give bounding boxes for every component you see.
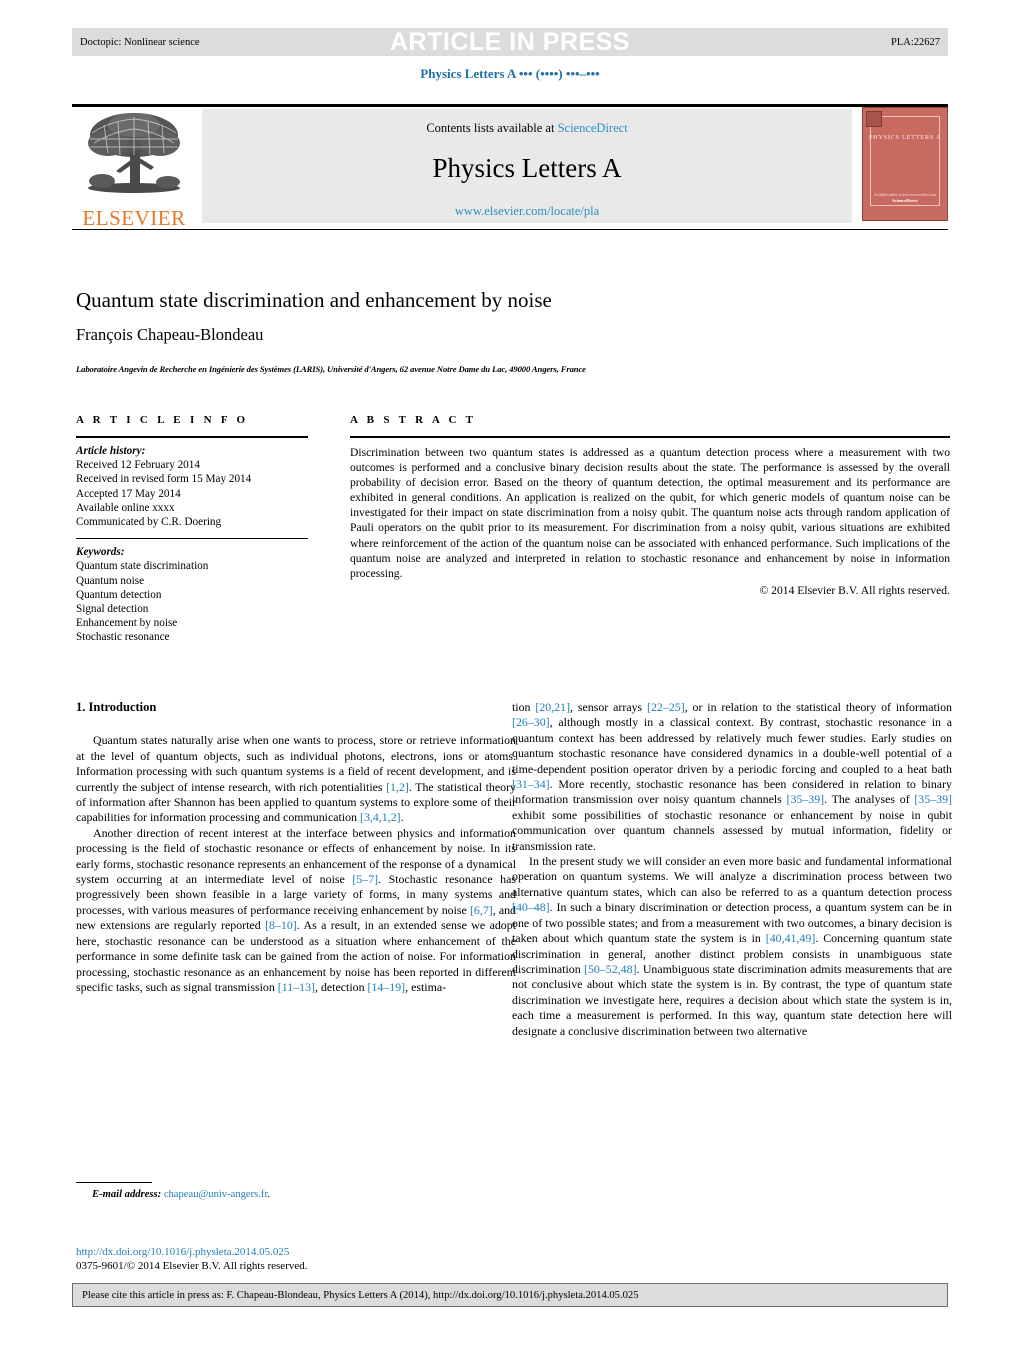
article-code-label: PLA:22627 (890, 36, 940, 48)
author-email-link[interactable]: chapeau@univ-angers.fr (164, 1189, 268, 1200)
citation-reference[interactable]: [40–48] (512, 900, 550, 914)
paper-page: Doctopic: Nonlinear science ARTICLE IN P… (0, 0, 1020, 1351)
contents-box: Contents lists available at ScienceDirec… (202, 109, 852, 223)
body-column-left: 1. Introduction Quantum states naturally… (76, 700, 516, 995)
abstract-copyright: © 2014 Elsevier B.V. All rights reserved… (759, 583, 950, 597)
email-address-label: E-mail address: (92, 1189, 162, 1200)
elsevier-tree-icon (88, 113, 180, 193)
cover-footer: Available online at www.sciencedirect.co… (863, 193, 947, 204)
masthead-bottom-rule (72, 229, 948, 230)
citation-reference[interactable]: [6,7] (470, 903, 493, 917)
citation-reference[interactable]: [5–7] (352, 872, 378, 886)
citation-reference[interactable]: [3,4,1,2] (360, 810, 401, 824)
history-item: Received in revised form 15 May 2014 (76, 473, 252, 486)
cover-footer-bold: ScienceDirect (892, 198, 918, 203)
footnote-rule (76, 1182, 152, 1183)
article-in-press-bar: Doctopic: Nonlinear science ARTICLE IN P… (72, 28, 948, 56)
abstract-text: Discrimination between two quantum state… (350, 446, 950, 580)
keyword-item: Enhancement by noise (76, 617, 178, 630)
abstract-column: A B S T R A C T Discrimination between t… (350, 414, 950, 597)
paragraph: In the present study we will consider an… (512, 854, 952, 1038)
history-item: Accepted 17 May 2014 (76, 487, 181, 500)
citation-reference[interactable]: [22–25] (647, 700, 685, 714)
paragraph: Another direction of recent interest at … (76, 825, 517, 994)
body-column-right: tion [20,21], sensor arrays [22–25], or … (512, 700, 952, 1039)
keyword-item: Stochastic resonance (76, 631, 170, 644)
citation-reference[interactable]: [35–39] (787, 792, 825, 806)
author-name: François Chapeau-Blondeau (76, 325, 264, 344)
cover-stamp-icon (866, 111, 882, 127)
keywords-block: Keywords: Quantum state discrimination Q… (76, 545, 308, 644)
citation-reference[interactable]: [8–10] (265, 918, 297, 932)
article-in-press-banner: ARTICLE IN PRESS (390, 28, 630, 56)
please-cite-bar: Please cite this article in press as: F.… (72, 1283, 948, 1307)
footnote-block: E-mail address: chapeau@univ-angers.fr. (76, 1182, 516, 1200)
citation-reference[interactable]: [1,2] (386, 780, 409, 794)
elsevier-wordmark: ELSEVIER (82, 206, 186, 230)
email-trailing-period: . (267, 1189, 271, 1200)
keyword-item: Signal detection (76, 603, 149, 616)
article-info-rule-mid (76, 538, 308, 540)
article-history-label: Article history: (76, 445, 146, 457)
citation-reference[interactable]: [35–39] (914, 792, 952, 806)
abstract-rule (350, 436, 950, 438)
citation-reference[interactable]: [40,41,49] (766, 931, 816, 945)
cover-footer-small: Available online at www.sciencedirect.co… (873, 193, 937, 197)
history-item: Communicated by C.R. Doering (76, 516, 222, 529)
article-info-heading: A R T I C L E I N F O (76, 414, 249, 426)
journal-cover-thumbnail: PHYSICS LETTERS A Available online at ww… (862, 107, 948, 221)
article-history-block: Article history: Received 12 February 20… (76, 444, 308, 529)
history-item: Available online xxxx (76, 501, 175, 514)
citation-reference[interactable]: [14–19] (368, 980, 406, 994)
citation-reference[interactable]: [26–30] (512, 715, 550, 729)
citation-reference[interactable]: [31–34] (512, 777, 550, 791)
section-title-introduction: 1. Introduction (76, 700, 157, 714)
keywords-label: Keywords: (76, 546, 125, 559)
issn-copyright-line: 0375-9601/© 2014 Elsevier B.V. All right… (76, 1260, 308, 1272)
article-info-rule-top (76, 436, 308, 438)
author-affiliation: Laboratoire Angevin de Recherche en Ingé… (76, 364, 586, 374)
elsevier-logo: ELSEVIER (72, 107, 196, 229)
keyword-item: Quantum detection (76, 588, 162, 601)
contents-prefix: Contents lists available at (426, 121, 555, 135)
sciencedirect-link[interactable]: ScienceDirect (558, 121, 628, 135)
email-footnote: E-mail address: chapeau@univ-angers.fr. (76, 1189, 516, 1200)
journal-title: Physics Letters A (432, 153, 622, 183)
keyword-item: Quantum state discrimination (76, 560, 209, 573)
journal-reference-line: Physics Letters A ••• (••••) •••–••• (420, 66, 600, 81)
journal-masthead: ELSEVIER Contents lists available at Sci… (72, 107, 948, 229)
page-title: Quantum state discrimination and enhance… (76, 288, 552, 312)
history-item: Received 12 February 2014 (76, 459, 200, 472)
contents-available-line: Contents lists available at ScienceDirec… (202, 109, 852, 136)
cover-journal-title: PHYSICS LETTERS A (868, 134, 942, 141)
please-cite-text: Please cite this article in press as: F.… (82, 1289, 639, 1301)
doi-link[interactable]: http://dx.doi.org/10.1016/j.physleta.201… (76, 1245, 308, 1259)
doi-block: http://dx.doi.org/10.1016/j.physleta.201… (76, 1245, 308, 1273)
article-info-column: A R T I C L E I N F O Article history: R… (76, 414, 308, 645)
citation-reference[interactable]: [50–52,48] (584, 962, 637, 976)
paragraph: Quantum states naturally arise when one … (76, 733, 517, 825)
paragraph: tion [20,21], sensor arrays [22–25], or … (512, 700, 952, 853)
abstract-heading: A B S T R A C T (350, 414, 477, 426)
keyword-item: Quantum noise (76, 574, 145, 587)
citation-reference[interactable]: [20,21] (535, 700, 570, 714)
citation-reference[interactable]: [11–13] (278, 980, 315, 994)
journal-homepage-link[interactable]: www.elsevier.com/locate/pla (202, 204, 852, 219)
